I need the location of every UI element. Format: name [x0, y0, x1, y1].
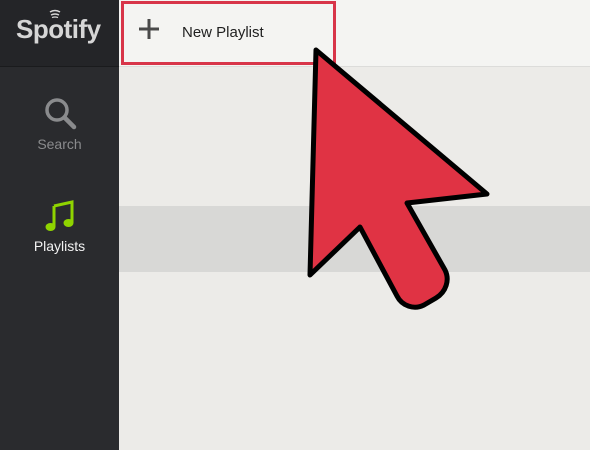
sidebar-item-playlists[interactable]: Playlists — [0, 200, 119, 254]
sidebar-item-search[interactable]: Search — [0, 96, 119, 152]
pointer-arrow-icon — [307, 47, 490, 310]
music-note-icon — [45, 200, 73, 231]
sidebar: Spotify Search Playlists — [0, 0, 119, 450]
logo-area: Spotify — [0, 0, 119, 67]
plus-icon — [139, 19, 159, 39]
logo-waves-icon — [49, 9, 61, 19]
sidebar-item-label: Search — [37, 136, 82, 152]
new-playlist-label: New Playlist — [182, 24, 264, 41]
sidebar-item-label: Playlists — [33, 238, 86, 254]
search-icon — [44, 98, 76, 130]
